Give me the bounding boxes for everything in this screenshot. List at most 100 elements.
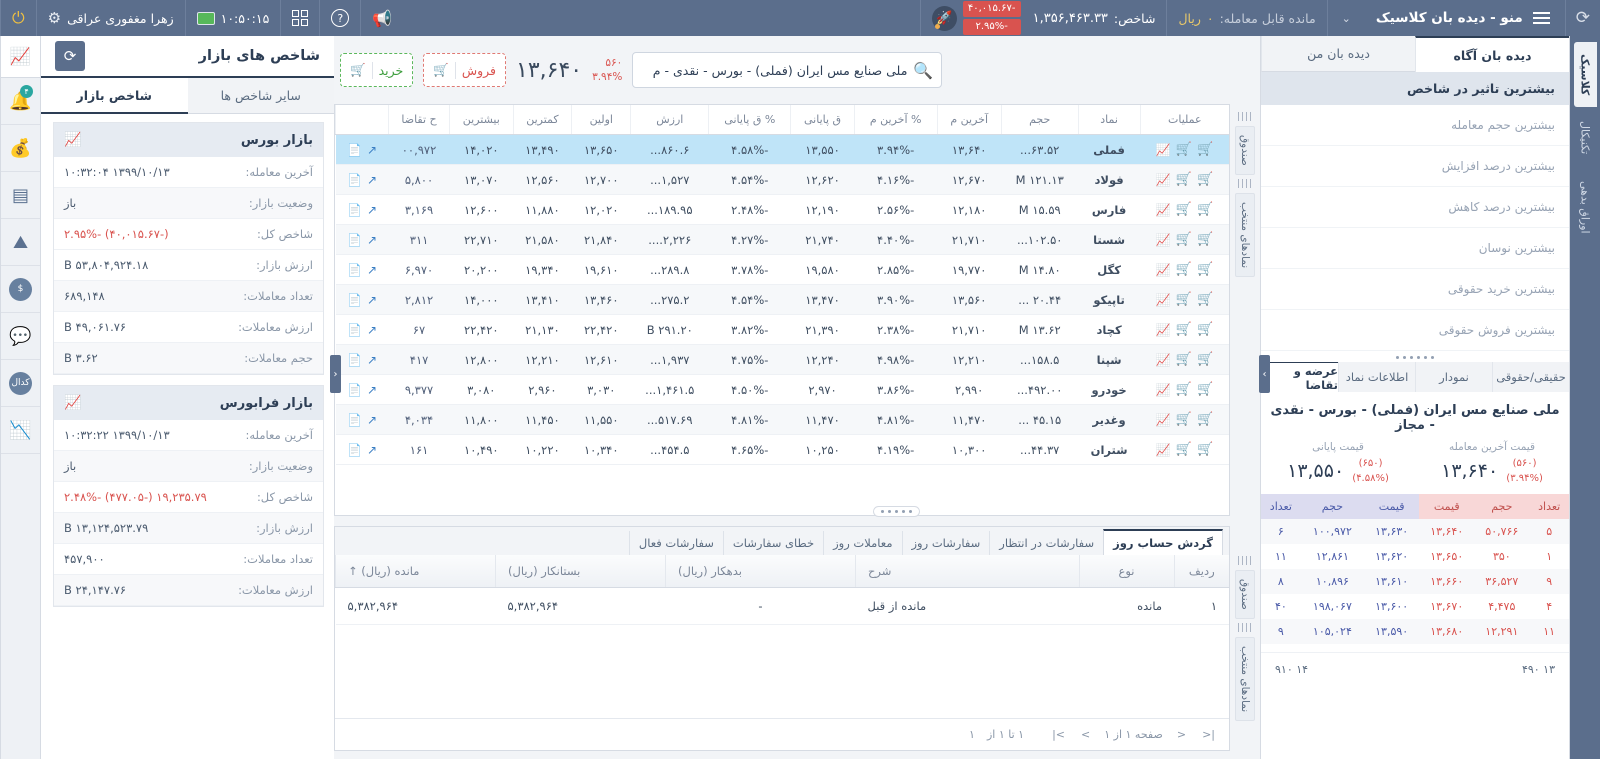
document-icon[interactable]: 📄 xyxy=(347,293,362,307)
cart-sell-icon[interactable]: 🛒 xyxy=(1176,412,1192,427)
table-row[interactable]: 🛒 🛒 📈 شستا ۱۰۲.۵۰... ۲۱,۷۱۰ -۴.۴۰% ۲۱,۷۴۰ -۴.۲۷%… xyxy=(335,224,1229,255)
col-close[interactable]: ق پایانی xyxy=(790,105,855,135)
watchlist-scroll[interactable]: عملیات نماد حجم آخرین م % آخرین م ق پایا… xyxy=(335,105,1229,515)
col-demand[interactable]: ح تقاضا xyxy=(387,105,450,135)
cart-buy-icon[interactable]: 🛒 xyxy=(1197,142,1213,157)
table-row[interactable]: 🛒 🛒 📈 تاپیکو ۲۰.۴۴ ... ۱۳,۵۶۰ -۳.۹۰% ۱۳,۴۷۰ -۴.۵… xyxy=(335,284,1229,315)
tab-order-errors[interactable]: خطای سفارشات xyxy=(722,531,824,555)
cell-actions[interactable]: ↗ 📄 xyxy=(335,224,389,255)
cell-actions[interactable]: ↗ 📄 xyxy=(335,194,389,225)
list-item[interactable]: بیشترین درصد کاهش xyxy=(1261,187,1569,228)
grid-button[interactable] xyxy=(280,0,319,36)
chart-icon[interactable]: 📈 xyxy=(1156,263,1171,277)
order-book-row[interactable]: ۱۱ ۱۲,۲۹۱ ۱۳,۶۸۰ ۱۳,۵۹۰ ۱۰۵,۰۲۴ ۹ xyxy=(1261,619,1569,644)
vtab-selected-symbols-bottom[interactable]: نمادهای منتخب xyxy=(1235,636,1255,722)
right-panel-pager-dots[interactable] xyxy=(1261,353,1569,362)
cell-actions[interactable]: ↗ 📄 xyxy=(335,164,389,195)
sell-button[interactable]: فروش 🛒 xyxy=(423,53,506,87)
cart-sell-icon[interactable]: 🛒 xyxy=(1176,442,1192,457)
strip-tab-classic[interactable]: کلاسیک xyxy=(1573,42,1597,108)
chart-icon[interactable]: 📈 xyxy=(1156,413,1171,427)
cart-sell-icon[interactable]: 🛒 xyxy=(1176,382,1192,397)
refresh-icon[interactable]: ⟳ xyxy=(1564,0,1600,36)
col-low[interactable]: کمترین xyxy=(512,105,572,135)
cart-buy-icon[interactable]: 🛒 xyxy=(1197,322,1213,337)
tab-day-trades[interactable]: معاملات روز xyxy=(823,531,902,555)
cell-actions[interactable]: ↗ 📄 xyxy=(335,284,389,315)
prev-page-button[interactable]: < xyxy=(1175,728,1188,741)
col-type[interactable]: نوع xyxy=(1078,555,1174,588)
megaphone-button[interactable]: 📢 xyxy=(360,0,403,36)
external-link-icon[interactable]: ↗ xyxy=(367,383,377,397)
last-page-button[interactable]: >| xyxy=(1050,728,1067,741)
cell-operations[interactable]: 🛒 🛒 📈 xyxy=(1140,224,1229,255)
next-page-button[interactable]: > xyxy=(1079,728,1092,741)
chart-icon[interactable]: 📈 xyxy=(1156,233,1171,247)
cell-operations[interactable]: 🛒 🛒 📈 xyxy=(1140,194,1229,225)
tab-daily-account-turnover[interactable]: گردش حساب روز xyxy=(1103,529,1223,555)
tab-symbol-info[interactable]: اطلاعات نماد xyxy=(1338,361,1415,392)
cell-actions[interactable]: ↗ 📄 xyxy=(335,404,389,435)
strip-tab-technical[interactable]: تکنیکال xyxy=(1574,109,1597,166)
rail-item-chart[interactable]: 📈 xyxy=(1,36,40,78)
col-index[interactable]: ردیف xyxy=(1173,555,1229,588)
cell-actions[interactable]: ↗ 📄 xyxy=(335,314,389,345)
cell-operations[interactable]: 🛒 🛒 📈 xyxy=(1140,314,1229,345)
document-icon[interactable]: 📄 xyxy=(347,323,362,337)
external-link-icon[interactable]: ↗ xyxy=(367,203,377,217)
col-close-pct[interactable]: % ق پایانی xyxy=(708,105,791,135)
cart-buy-icon[interactable]: 🛒 xyxy=(1197,202,1213,217)
rail-item-list[interactable]: ▤ xyxy=(1,172,40,219)
col-desc[interactable]: شرح xyxy=(855,555,1079,588)
external-link-icon[interactable]: ↗ xyxy=(367,173,377,187)
watchlist-pager-dots[interactable] xyxy=(873,506,920,517)
cell-actions[interactable]: ↗ 📄 xyxy=(335,374,389,405)
order-book-row[interactable]: ۱ ۳۵۰ ۱۳,۶۵۰ ۱۳,۶۲۰ ۱۲,۸۶۱ ۱۱ xyxy=(1261,544,1569,569)
first-page-button[interactable]: |< xyxy=(1200,728,1217,741)
cart-buy-icon[interactable]: 🛒 xyxy=(1197,382,1213,397)
chart-icon[interactable]: 📈 xyxy=(1156,173,1171,187)
chart-icon[interactable]: 📈 xyxy=(1156,143,1171,157)
right-collapse-handle[interactable]: › xyxy=(1259,355,1270,393)
list-item[interactable]: بیشترین فروش حقوقی xyxy=(1261,310,1569,351)
cart-sell-icon[interactable]: 🛒 xyxy=(1176,172,1192,187)
cart-buy-icon[interactable]: 🛒 xyxy=(1197,352,1213,367)
document-icon[interactable]: 📄 xyxy=(347,233,362,247)
tab-real-legal[interactable]: حقیقی/حقوقی xyxy=(1492,361,1569,392)
document-icon[interactable]: 📄 xyxy=(347,143,362,157)
external-link-icon[interactable]: ↗ xyxy=(367,293,377,307)
table-row[interactable]: 🛒 🛒 📈 فملی ۶۳.۵۲... ۱۳,۶۴۰ -۳.۹۴% ۱۳,۵۵۰ -۴.۵۸% ۸… xyxy=(335,134,1229,165)
cell-operations[interactable]: 🛒 🛒 📈 xyxy=(1140,374,1229,405)
rail-item-film-chart[interactable]: 📉 xyxy=(1,407,40,454)
tab-my-watchlist[interactable]: دیده بان من xyxy=(1261,36,1415,72)
list-item[interactable]: بیشترین نوسان xyxy=(1261,228,1569,269)
market-refresh-icon[interactable]: ⟳ xyxy=(55,41,85,71)
col-open[interactable]: اولین xyxy=(571,105,631,135)
rail-item-currency[interactable]: $ xyxy=(1,266,40,313)
table-row[interactable]: 🛒 🛒 📈 کچاد ۱۳.۶۲ M ۲۱,۷۱۰ -۲.۳۸% ۲۱,۳۹۰ -۳.۸۲% ۲۹… xyxy=(335,314,1229,345)
cell-actions[interactable]: ↗ 📄 xyxy=(335,134,389,165)
col-operations[interactable]: عملیات xyxy=(1139,105,1229,135)
cell-actions[interactable]: ↗ 📄 xyxy=(335,434,389,465)
list-item[interactable]: بیشترین خرید حقوقی xyxy=(1261,269,1569,310)
cell-actions[interactable]: ↗ 📄 xyxy=(335,254,389,285)
rail-item-faq[interactable]: 💬 xyxy=(1,313,40,360)
col-balance[interactable]: مانده (ریال) ↑ xyxy=(335,555,496,588)
table-row[interactable]: 🛒 🛒 📈 کگل ۱۴.۸۰ M ۱۹,۷۷۰ -۲.۸۵% ۱۹,۵۸۰ -۳.۷۸% ۲۸۹… xyxy=(335,254,1229,285)
document-icon[interactable]: 📄 xyxy=(347,383,362,397)
cart-sell-icon[interactable]: 🛒 xyxy=(1176,292,1192,307)
help-button[interactable]: ? xyxy=(319,0,360,36)
cart-sell-icon[interactable]: 🛒 xyxy=(1176,352,1192,367)
external-link-icon[interactable]: ↗ xyxy=(367,233,377,247)
left-collapse-handle[interactable]: ‹ xyxy=(330,355,341,393)
external-link-icon[interactable]: ↗ xyxy=(367,443,377,457)
list-item[interactable]: بیشترین حجم معامله xyxy=(1261,105,1569,146)
document-icon[interactable]: 📄 xyxy=(347,173,362,187)
cell-operations[interactable]: 🛒 🛒 📈 xyxy=(1140,284,1229,315)
order-book-row[interactable]: ۴ ۴,۴۷۵ ۱۳,۶۷۰ ۱۳,۶۰۰ ۱۹۸,۰۶۷ ۴۰ xyxy=(1261,594,1569,619)
cart-sell-icon[interactable]: 🛒 xyxy=(1176,202,1192,217)
external-link-icon[interactable]: ↗ xyxy=(367,353,377,367)
vtab-fund-bottom[interactable]: صندوق xyxy=(1235,570,1255,619)
external-link-icon[interactable]: ↗ xyxy=(367,323,377,337)
table-row[interactable]: 🛒 🛒 📈 خودرو ۴۹۲.۰۰... ۲,۹۹۰ -۳.۸۶% ۲,۹۷۰ -۴.۵۰% ۱… xyxy=(335,374,1229,405)
